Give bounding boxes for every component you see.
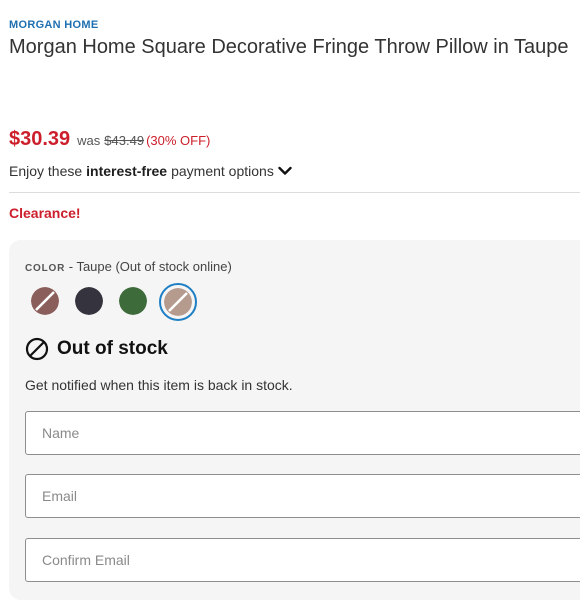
confirm-email-input[interactable] [25,538,580,582]
swatch-mauve[interactable] [31,287,59,315]
payment-highlight: interest-free [86,163,168,179]
swatch-mauve-fill [31,287,59,315]
sale-price: $30.39 [9,128,71,150]
divider [9,192,580,193]
swatch-taupe-fill [164,288,192,316]
color-selection-label: COLOR - Taupe (Out of stock online) [25,259,232,274]
stock-status-text: Out of stock [57,338,168,359]
swatch-green-color [119,287,147,315]
brand-link[interactable]: MORGAN HOME [9,19,98,31]
product-title: Morgan Home Square Decorative Fringe Thr… [9,36,569,58]
stock-status: Out of stock [25,337,168,361]
notify-text: Get notified when this item is back in s… [25,377,293,393]
chevron-down-icon [278,166,292,175]
swatch-green-fill [119,287,147,315]
price-row: $30.39 was $43.49 (30% OFF) [9,128,210,151]
payment-suffix: payment options [171,163,274,179]
swatch-charcoal-color [75,287,103,315]
swatch-taupe[interactable] [164,288,192,316]
original-price: $43.49 [104,133,145,148]
swatch-charcoal[interactable] [75,287,103,315]
payment-prefix: Enjoy these [9,163,83,179]
email-input[interactable] [25,474,580,518]
unavailable-icon [25,337,49,361]
color-label: COLOR [25,263,66,274]
selected-color-text: - Taupe (Out of stock online) [68,259,232,274]
was-label: was [77,133,101,148]
discount-label: (30% OFF) [146,133,211,148]
swatch-charcoal-fill [75,287,103,315]
swatch-green[interactable] [119,287,147,315]
name-input[interactable] [25,411,580,455]
payment-options-toggle[interactable]: Enjoy these interest-free payment option… [9,163,292,179]
clearance-badge: Clearance! [9,205,81,221]
